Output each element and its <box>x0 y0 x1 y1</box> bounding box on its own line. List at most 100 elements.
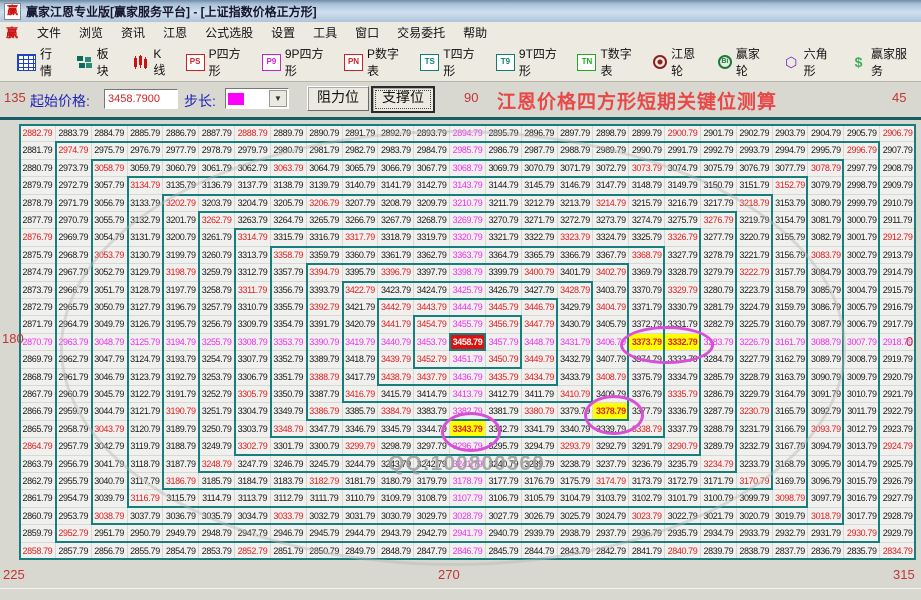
step-color-swatch <box>228 93 244 105</box>
toolbar-button-hexagon[interactable]: ⬡六角形 <box>776 42 840 82</box>
price-cell: 3257.79 <box>199 299 235 316</box>
price-cell: 2959.79 <box>56 403 92 420</box>
price-cell: 3098.79 <box>773 490 809 507</box>
hexagon-icon: ⬡ <box>783 55 800 70</box>
p-square-icon: PS <box>186 54 205 71</box>
price-cell: 2991.79 <box>665 142 701 159</box>
price-cell: 3401.79 <box>558 264 594 281</box>
price-cell: 3011.79 <box>844 403 880 420</box>
price-cell: 2965.79 <box>56 299 92 316</box>
price-cell: 3033.79 <box>271 508 307 525</box>
price-cell: 3423.79 <box>378 282 414 299</box>
price-cell: 3115.79 <box>163 490 199 507</box>
price-cell: 3138.79 <box>271 177 307 194</box>
toolbar-label: 板块 <box>97 45 116 79</box>
price-cell: 2890.79 <box>307 125 343 142</box>
price-cell: 3324.79 <box>593 229 629 246</box>
resistance-button[interactable]: 阻力位 <box>307 86 369 111</box>
price-cell: 3151.79 <box>737 177 773 194</box>
price-cell: 3153.79 <box>773 195 809 212</box>
price-cell: 3226.79 <box>737 334 773 351</box>
price-cell: 3063.79 <box>271 160 307 177</box>
menu-item-8[interactable]: 交易委托 <box>388 22 454 43</box>
price-cell: 3106.79 <box>486 490 522 507</box>
price-cell: 3121.79 <box>128 403 164 420</box>
toolbar-button-p-square[interactable]: PSP四方形 <box>179 42 252 82</box>
chevron-down-icon[interactable]: ▼ <box>269 90 287 107</box>
start-price-input[interactable] <box>104 89 178 109</box>
price-cell: 3163.79 <box>773 369 809 386</box>
price-cell: 3143.79 <box>450 177 486 194</box>
price-cell: 3272.79 <box>558 212 594 229</box>
menu-item-1[interactable]: 浏览 <box>70 22 112 43</box>
price-cell: 3070.79 <box>522 160 558 177</box>
price-cell: 3009.79 <box>844 369 880 386</box>
toolbar-button-p9-square[interactable]: P99P四方形 <box>255 42 334 82</box>
price-cell: 2848.79 <box>378 543 414 560</box>
support-button[interactable]: 支撑位 <box>371 86 435 113</box>
menu-item-5[interactable]: 设置 <box>262 22 304 43</box>
toolbar-button-t9-square[interactable]: T99T四方形 <box>489 42 568 82</box>
price-cell: 3158.79 <box>773 282 809 299</box>
price-cell: 3246.79 <box>271 456 307 473</box>
price-cell: 3055.79 <box>92 212 128 229</box>
price-cell: 3458.79 <box>450 334 486 351</box>
price-cell: 2957.79 <box>56 438 92 455</box>
toolbar-button-sector-blocks[interactable]: 板块 <box>69 42 123 82</box>
price-cell: 3128.79 <box>128 282 164 299</box>
price-cell: 3299.79 <box>343 438 379 455</box>
price-cell: 3142.79 <box>414 177 450 194</box>
price-cell: 3452.79 <box>414 351 450 368</box>
toolbar-button-winner-wheel[interactable]: Bi赢家轮 <box>711 42 773 82</box>
price-cell: 3206.79 <box>307 195 343 212</box>
menu-item-9[interactable]: 帮助 <box>454 22 496 43</box>
price-cell: 2980.79 <box>271 142 307 159</box>
price-cell: 3064.79 <box>307 160 343 177</box>
price-cell: 3338.79 <box>629 421 665 438</box>
price-cell: 3253.79 <box>199 369 235 386</box>
price-cell: 3381.79 <box>486 403 522 420</box>
toolbar-button-gann-wheel[interactable]: 江恩轮 <box>646 42 708 82</box>
price-cell: 2968.79 <box>56 247 92 264</box>
price-cell: 3366.79 <box>558 247 594 264</box>
menu-item-6[interactable]: 工具 <box>304 22 346 43</box>
divider-line <box>0 117 921 120</box>
price-cell: 2993.79 <box>737 142 773 159</box>
price-cell: 3268.79 <box>414 212 450 229</box>
price-cell: 3433.79 <box>558 369 594 386</box>
price-cell: 3227.79 <box>737 351 773 368</box>
price-cell: 3278.79 <box>701 247 737 264</box>
price-cell: 3281.79 <box>701 299 737 316</box>
toolbar-button-service-dollar[interactable]: $赢家服务 <box>843 42 918 82</box>
menu-item-3[interactable]: 江恩 <box>154 22 196 43</box>
price-cell: 3164.79 <box>773 386 809 403</box>
toolbar-button-t-number-table[interactable]: TNT数字表 <box>570 42 643 82</box>
price-cell: 3405.79 <box>593 316 629 333</box>
toolbar-button-candlestick[interactable]: K线 <box>125 44 175 81</box>
toolbar-button-t-square[interactable]: TST四方形 <box>413 42 486 82</box>
menu-item-2[interactable]: 资讯 <box>112 22 154 43</box>
price-cell: 2879.79 <box>20 177 56 194</box>
price-cell: 3374.79 <box>629 351 665 368</box>
toolbar-button-p-number-table[interactable]: PNP数字表 <box>337 42 410 82</box>
price-cell: 3353.79 <box>271 334 307 351</box>
price-cell: 3291.79 <box>629 438 665 455</box>
price-cell: 3205.79 <box>271 195 307 212</box>
menu-item-7[interactable]: 窗口 <box>346 22 388 43</box>
price-cell: 3196.79 <box>163 299 199 316</box>
price-cell: 3367.79 <box>593 247 629 264</box>
menu-item-4[interactable]: 公式选股 <box>196 22 262 43</box>
price-cell: 2885.79 <box>128 125 164 142</box>
toolbar-label: K线 <box>153 47 168 78</box>
app-window: { "window": { "title": "赢家江恩专业版[赢家服务平台] … <box>0 0 921 599</box>
price-cell: 2910.79 <box>880 195 916 212</box>
menu-item-0[interactable]: 文件 <box>28 22 70 43</box>
price-cell: 3285.79 <box>701 369 737 386</box>
title-bar: 赢 赢家江恩专业版[赢家服务平台] - [上证指数价格正方形] <box>0 0 921 23</box>
price-cell: 3310.79 <box>235 299 271 316</box>
step-color-dropdown[interactable]: ▼ <box>225 88 289 109</box>
price-cell: 2854.79 <box>163 543 199 560</box>
price-cell: 3099.79 <box>737 490 773 507</box>
toolbar-button-quotes-table[interactable]: 行情 <box>10 42 66 82</box>
price-cell: 2883.79 <box>56 125 92 142</box>
